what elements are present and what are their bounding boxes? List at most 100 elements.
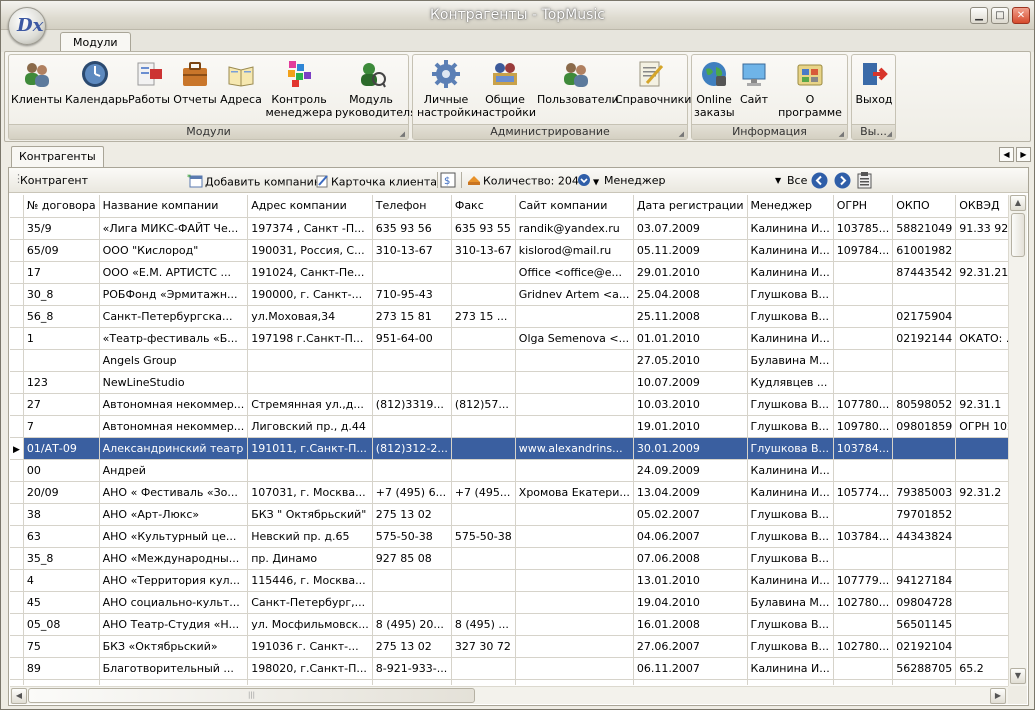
table-cell[interactable] [955, 283, 1008, 306]
table-cell[interactable]: 79385003 [892, 481, 957, 504]
table-cell[interactable] [833, 613, 894, 636]
table-cell[interactable]: +7 (495... [451, 481, 516, 504]
table-cell[interactable] [892, 371, 957, 394]
table-cell[interactable]: 02175904 [892, 305, 957, 328]
row-indicator[interactable] [10, 217, 24, 240]
table-cell[interactable]: 20/09 [23, 481, 100, 504]
table-cell[interactable]: 56501145 [892, 613, 957, 636]
table-cell[interactable]: 04.06.2007 [633, 525, 748, 548]
table-cell[interactable]: 103784... [833, 437, 894, 460]
table-cell[interactable]: 56288705 [892, 657, 957, 680]
table-cell[interactable]: 109780... [833, 415, 894, 438]
table-cell[interactable]: (812)312-2... [372, 437, 452, 460]
table-cell[interactable]: Калинина И... [747, 481, 834, 504]
table-cell[interactable] [451, 327, 516, 350]
table-cell[interactable]: 29.01.2010 [633, 261, 748, 284]
table-cell[interactable]: АНО «Международны... [99, 547, 249, 570]
scroll-right-button[interactable]: ▶ [990, 688, 1006, 704]
table-cell[interactable]: 94127184 [892, 569, 957, 592]
table-row[interactable]: 45 АНО социально-культ... Санкт-Петербург,… [10, 591, 1008, 614]
add-company-button[interactable]: * Добавить компанию [187, 173, 323, 191]
table-cell[interactable] [515, 569, 634, 592]
table-cell[interactable] [372, 349, 452, 372]
table-cell[interactable] [955, 437, 1008, 460]
table-row[interactable]: 1 «Театр-фестиваль «Б... 197198 г.Санкт-П.… [10, 327, 1008, 350]
row-indicator[interactable] [10, 613, 24, 636]
table-cell[interactable] [833, 503, 894, 526]
users-button[interactable]: Пользователи [537, 57, 619, 123]
table-cell[interactable]: 27.06.2007 [633, 635, 748, 658]
table-cell[interactable] [515, 525, 634, 548]
table-cell[interactable]: 00 [23, 459, 100, 482]
column-header[interactable]: ОГРН [833, 195, 894, 218]
table-cell[interactable] [99, 679, 249, 685]
table-cell[interactable]: 61001982 [892, 239, 957, 262]
row-indicator[interactable] [10, 349, 24, 372]
table-cell[interactable]: kislorod@mail.ru [515, 239, 634, 262]
table-row[interactable]: 7 Автономная некоммер... Лиговский пр., д.… [10, 415, 1008, 438]
table-cell[interactable]: +7 (495) 6... [372, 481, 452, 504]
table-cell[interactable]: (812)3319... [372, 393, 452, 416]
table-cell[interactable]: БКЗ " Октябрьский" [247, 503, 373, 526]
scroll-down-button[interactable]: ▼ [1010, 668, 1026, 684]
table-cell[interactable]: Автономная некоммер... [99, 393, 249, 416]
table-cell[interactable]: Gridnev Artem <a... [515, 283, 634, 306]
table-cell[interactable]: 109784... [833, 239, 894, 262]
table-cell[interactable]: 635 93 55 [451, 217, 516, 240]
table-cell[interactable] [955, 503, 1008, 526]
table-cell[interactable] [515, 393, 634, 416]
table-cell[interactable]: Глушкова В... [747, 525, 834, 548]
table-cell[interactable]: Глушкова В... [747, 547, 834, 570]
table-cell[interactable]: «Лига МИКС-ФАЙТ Че... [99, 217, 249, 240]
table-cell[interactable]: Невский пр. д.65 [247, 525, 373, 548]
table-cell[interactable]: 02192104 [892, 635, 957, 658]
table-cell[interactable]: 198020, г.Санкт-П... [247, 657, 373, 680]
table-cell[interactable] [247, 679, 373, 685]
table-cell[interactable]: Глушкова В... [747, 305, 834, 328]
table-cell[interactable]: 7 [23, 415, 100, 438]
table-cell[interactable] [833, 261, 894, 284]
table-cell[interactable]: 575-50-38 [372, 525, 452, 548]
prev-button[interactable] [811, 172, 828, 192]
table-cell[interactable]: АНО « Фестиваль «Зо... [99, 481, 249, 504]
table-cell[interactable] [451, 437, 516, 460]
reports-button[interactable]: Отчеты [173, 57, 217, 123]
general-settings-button[interactable]: Общие настройки [475, 57, 536, 123]
table-cell[interactable] [451, 503, 516, 526]
table-cell[interactable]: Стремянная ул.,д... [247, 393, 373, 416]
calendar-button[interactable]: Календарь [65, 57, 128, 123]
table-cell[interactable] [247, 349, 373, 372]
group-launcher-icon[interactable]: ◢ [839, 127, 844, 141]
online-orders-button[interactable]: Online заказы [694, 57, 735, 123]
table-cell[interactable]: 05.02.2007 [633, 503, 748, 526]
table-cell[interactable] [892, 679, 957, 685]
table-cell[interactable]: 107780... [833, 393, 894, 416]
table-cell[interactable] [451, 261, 516, 284]
table-cell[interactable]: 273 15 ... [451, 305, 516, 328]
table-cell[interactable]: 107779... [833, 569, 894, 592]
table-cell[interactable] [833, 679, 894, 685]
table-cell[interactable]: 30.01.2009 [633, 437, 748, 460]
table-cell[interactable]: 8 (495) ... [451, 613, 516, 636]
table-cell[interactable]: 24.09.2009 [633, 459, 748, 482]
table-cell[interactable] [955, 547, 1008, 570]
manager-control-button[interactable]: Контроль менеджера [265, 57, 333, 123]
table-cell[interactable]: 01.01.2010 [633, 327, 748, 350]
table-cell[interactable] [372, 591, 452, 614]
table-cell[interactable] [515, 459, 634, 482]
table-cell[interactable]: 10.03.2010 [633, 393, 748, 416]
column-header[interactable]: Телефон [372, 195, 452, 218]
client-card-button[interactable]: Карточка клиента [315, 174, 437, 191]
column-header[interactable]: Менеджер [747, 195, 834, 218]
table-cell[interactable] [451, 547, 516, 570]
export-button[interactable] [857, 172, 872, 192]
table-cell[interactable] [23, 679, 100, 685]
table-row[interactable]: 27 Автономная некоммер... Стремянная ул.,д… [10, 393, 1008, 416]
scroll-left-button[interactable]: ◀ [11, 688, 27, 704]
table-cell[interactable]: (812)57... [451, 393, 516, 416]
vertical-scroll-thumb[interactable] [1011, 213, 1025, 257]
table-cell[interactable]: 75 [23, 635, 100, 658]
table-cell[interactable]: Булавина М... [747, 349, 834, 372]
row-indicator[interactable] [10, 371, 24, 394]
table-cell[interactable] [515, 415, 634, 438]
